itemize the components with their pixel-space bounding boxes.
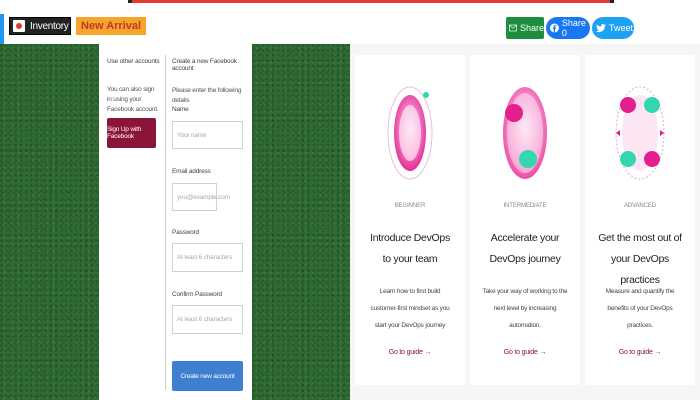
left-edge-strip [0, 14, 4, 44]
tweet-button-label: Tweet [609, 23, 634, 33]
confirm-password-label: Confirm Password [172, 291, 222, 298]
go-to-guide-link[interactable]: Go to guide → [355, 349, 465, 356]
email-label: Email address [172, 168, 211, 175]
inventory-badge[interactable]: Inventory [9, 17, 71, 35]
other-accounts-heading: Use other accounts [107, 58, 160, 65]
guide-card-beginner: BEGINNER Introduce DevOps to your team L… [355, 55, 465, 385]
create-account-heading: Create a new Facebook account [172, 58, 237, 72]
other-accounts-text: You can also sign in using your Facebook… [107, 86, 159, 113]
email-input[interactable]: you@example.com [172, 183, 230, 211]
mail-icon [509, 24, 517, 32]
advanced-orbit-icon [615, 86, 665, 180]
go-to-guide-link[interactable]: Go to guide → [470, 349, 580, 356]
facebook-signup-button[interactable]: Sign Up with Facebook [107, 118, 156, 148]
grass-background-left [0, 44, 99, 400]
card-eyebrow: BEGINNER [394, 203, 426, 209]
facebook-icon [550, 23, 559, 33]
name-label: Name [172, 106, 189, 113]
tweet-button[interactable]: Tweet [592, 17, 634, 39]
card-description: Measure and quantify the benefits of you… [605, 288, 675, 329]
name-input[interactable]: Your name [172, 121, 243, 149]
card-eyebrow: ADVANCED [623, 203, 657, 209]
beginner-orbit-icon [387, 86, 433, 180]
facebook-share-label: Share 0 [561, 18, 586, 38]
facebook-share-button[interactable]: Share 0 [546, 17, 590, 39]
card-eyebrow: INTERMEDIATE [503, 203, 547, 209]
share-button-label: Share [519, 23, 544, 33]
new-arrival-badge[interactable]: New Arrival [76, 17, 146, 35]
intermediate-orbit-icon [503, 87, 547, 179]
guide-card-intermediate: INTERMEDIATE Accelerate your DevOps jour… [470, 55, 580, 385]
go-to-guide-link[interactable]: Go to guide → [585, 349, 695, 356]
confirm-password-input[interactable]: At least 6 characters [172, 305, 243, 334]
guide-card-advanced: ADVANCED Get the most out of your DevOps… [585, 55, 695, 385]
card-title: Get the most out of your DevOps practice… [598, 232, 682, 286]
card-description: Take your way of working to the next lev… [482, 288, 568, 329]
grass-background-middle [252, 44, 350, 400]
card-description: Learn how to first build customer-first … [370, 288, 450, 329]
create-account-subtext: Please enter the following details [172, 87, 242, 104]
card-title: Introduce DevOps to your team [370, 232, 450, 265]
card-title: Accelerate your DevOps journey [489, 232, 561, 265]
japan-flag-icon [13, 20, 25, 32]
twitter-bird-icon [596, 23, 606, 32]
inventory-badge-label: Inventory [30, 20, 69, 32]
create-account-button[interactable]: Create new account [172, 361, 243, 391]
password-input[interactable]: At least 6 characters [172, 243, 243, 272]
top-red-bar [128, 0, 614, 3]
form-divider [165, 55, 166, 390]
password-label: Password [172, 229, 199, 236]
share-button[interactable]: Share [506, 17, 544, 39]
